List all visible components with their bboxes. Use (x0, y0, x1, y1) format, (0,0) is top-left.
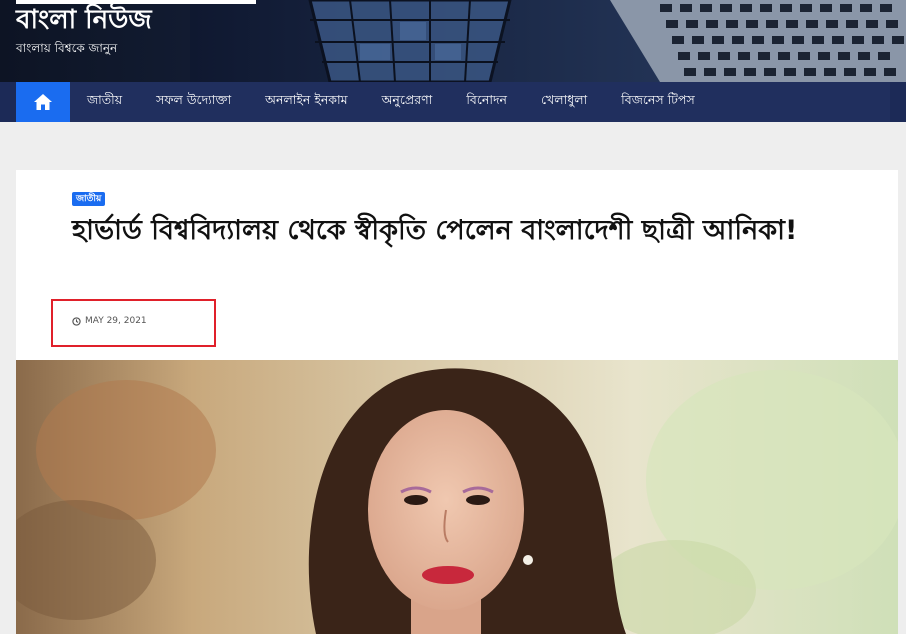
nav-item-online-income[interactable]: অনলাইন ইনকাম (248, 82, 364, 122)
article-headline: হার্ভার্ড বিশ্ববিদ্যালয় থেকে স্বীকৃতি প… (72, 215, 798, 246)
nav-item-successful-entrepreneur[interactable]: সফল উদ্যোক্তা (139, 82, 248, 122)
article-featured-image (16, 360, 898, 634)
nav-item-business-tips[interactable]: বিজনেস টিপস (604, 82, 712, 122)
portrait-photo (16, 360, 898, 634)
article-date[interactable]: MAY 29, 2021 (72, 316, 147, 326)
article-date-text: MAY 29, 2021 (85, 316, 147, 326)
article-header-card: জাতীয় হার্ভার্ড বিশ্ববিদ্যালয় থেকে স্ব… (16, 170, 898, 360)
nav-home-button[interactable] (16, 82, 70, 122)
nav-item-sports[interactable]: খেলাধুলা (524, 82, 604, 122)
nav-menu: জাতীয় সফল উদ্যোক্তা অনলাইন ইনকাম অনুপ্র… (16, 82, 890, 122)
home-icon (34, 94, 52, 110)
nav-item-entertainment[interactable]: বিনোদন (449, 82, 524, 122)
nav-item-national[interactable]: জাতীয় (70, 82, 139, 122)
header-background-image (190, 0, 906, 82)
clock-icon (72, 316, 81, 326)
nav-item-inspiration[interactable]: অনুপ্রেরণা (365, 82, 450, 122)
site-header: বাংলা নিউজ বাংলায় বিশ্বকে জানুন (0, 0, 906, 82)
site-tagline: বাংলায় বিশ্বকে জানুন (16, 41, 118, 55)
category-badge[interactable]: জাতীয় (72, 192, 106, 206)
main-navigation: জাতীয় সফল উদ্যোক্তা অনলাইন ইনকাম অনুপ্র… (0, 82, 906, 122)
site-title[interactable]: বাংলা নিউজ (16, 4, 152, 36)
